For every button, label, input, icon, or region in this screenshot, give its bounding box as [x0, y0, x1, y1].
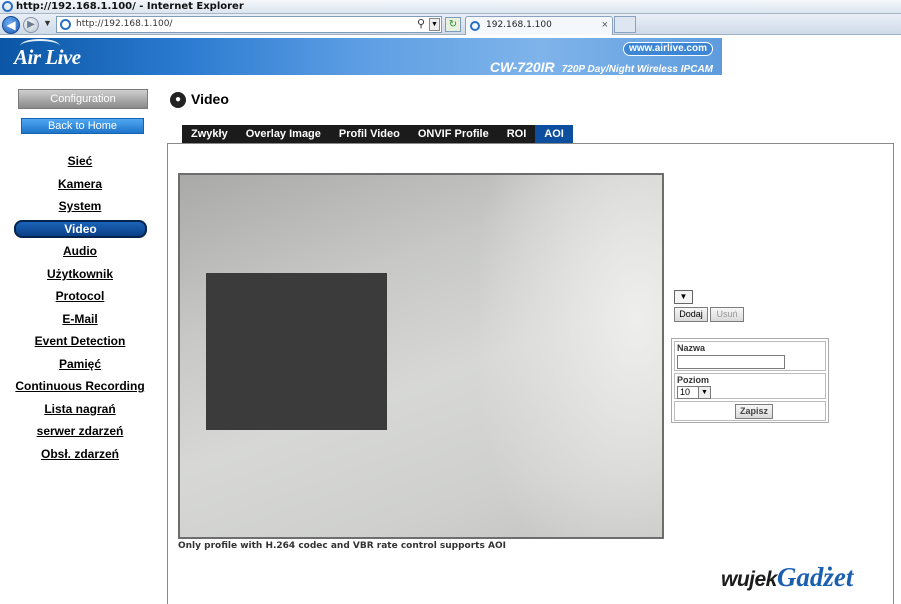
- name-cell: Nazwa: [674, 341, 826, 371]
- level-label: Poziom: [677, 375, 710, 385]
- aoi-region[interactable]: [206, 273, 387, 430]
- aoi-settings-form: Nazwa Poziom 10 ▼ Zapisz: [671, 338, 829, 423]
- browser-tab[interactable]: 192.168.1.100 ×: [465, 16, 613, 35]
- video-tabs: Zwykły Overlay Image Profil Video ONVIF …: [182, 125, 573, 143]
- model-label: CW-720IR 720P Day/Night Wireless IPCAM: [490, 59, 713, 75]
- camera-preview[interactable]: [178, 173, 664, 539]
- tab-aoi[interactable]: AOI: [535, 125, 573, 143]
- chevron-down-icon: ▼: [698, 387, 710, 398]
- level-cell: Poziom 10 ▼: [674, 373, 826, 399]
- website-link[interactable]: www.airlive.com: [623, 42, 713, 56]
- window-titlebar: http://192.168.1.100/ - Internet Explore…: [0, 0, 901, 14]
- sidebar-item-email[interactable]: E-Mail: [0, 310, 160, 328]
- sidebar-item-lista-nagran[interactable]: Lista nagrań: [0, 400, 160, 418]
- aoi-select[interactable]: ▼: [674, 290, 693, 304]
- new-tab-button[interactable]: [614, 16, 636, 33]
- navigation-bar: ◀ ▶ ▼ http://192.168.1.100/ ⚲ ▼ ↻ 192.16…: [0, 14, 901, 35]
- model-name: CW-720IR: [489, 59, 555, 75]
- sidebar-item-system[interactable]: System: [0, 197, 160, 215]
- sidebar-item-event-detection[interactable]: Event Detection: [0, 332, 160, 350]
- video-section-icon: ●: [170, 92, 186, 108]
- sidebar-item-video[interactable]: Video: [14, 220, 147, 238]
- tab-profil-video[interactable]: Profil Video: [330, 125, 409, 143]
- sidebar-item-continuous-recording[interactable]: Continuous Recording: [0, 377, 160, 395]
- configuration-button[interactable]: Configuration: [18, 89, 148, 109]
- back-arrow-icon[interactable]: ◀: [2, 16, 20, 34]
- address-bar[interactable]: http://192.168.1.100/ ⚲ ▼: [56, 16, 442, 33]
- level-select[interactable]: 10 ▼: [677, 386, 711, 399]
- watermark-part1: wujek: [721, 568, 777, 591]
- refresh-icon[interactable]: ↻: [445, 17, 461, 32]
- tab-overlay-image[interactable]: Overlay Image: [237, 125, 330, 143]
- sidebar-item-siec[interactable]: Sieć: [0, 152, 160, 170]
- sidebar-item-uzytkownik[interactable]: Użytkownik: [0, 265, 160, 283]
- address-dropdown-icon[interactable]: ▼: [429, 18, 440, 31]
- sidebar-item-audio[interactable]: Audio: [0, 242, 160, 260]
- preview-highlight: [480, 175, 662, 537]
- name-input[interactable]: [677, 355, 785, 369]
- model-description: 720P Day/Night Wireless IPCAM: [561, 64, 713, 75]
- close-icon[interactable]: ×: [602, 19, 608, 31]
- add-button[interactable]: Dodaj: [674, 307, 708, 322]
- delete-button[interactable]: Usuń: [710, 307, 744, 322]
- history-dropdown-icon[interactable]: ▼: [43, 18, 52, 28]
- name-label: Nazwa: [677, 343, 706, 353]
- sidebar-item-serwer-zdarzen[interactable]: serwer zdarzeń: [0, 422, 160, 440]
- window-title: http://192.168.1.100/ - Internet Explore…: [16, 1, 244, 12]
- ie-icon: [2, 1, 13, 12]
- tab-title: 192.168.1.100: [486, 20, 552, 30]
- tab-page-icon: [470, 21, 480, 31]
- tab-zwykly[interactable]: Zwykły: [182, 125, 237, 143]
- header-banner: Air Live www.airlive.com CW-720IR 720P D…: [0, 38, 722, 75]
- sidebar-item-obsl-zdarzen[interactable]: Obsł. zdarzeń: [0, 445, 160, 463]
- level-value: 10: [680, 387, 691, 397]
- save-button[interactable]: Zapisz: [735, 404, 773, 419]
- aoi-support-note: Only profile with H.264 codec and VBR ra…: [178, 541, 506, 551]
- sidebar-item-pamiec[interactable]: Pamięć: [0, 355, 160, 373]
- address-input[interactable]: http://192.168.1.100/: [76, 18, 172, 31]
- forward-arrow-icon[interactable]: ▶: [23, 17, 39, 33]
- sidebar-item-protocol[interactable]: Protocol: [0, 287, 160, 305]
- airlive-logo: Air Live: [14, 45, 81, 69]
- back-to-home-button[interactable]: Back to Home: [21, 118, 144, 134]
- tab-roi[interactable]: ROI: [498, 125, 536, 143]
- watermark-logo: wujekGadżet: [721, 562, 853, 593]
- search-icon[interactable]: ⚲: [417, 17, 425, 30]
- chevron-down-icon: ▼: [679, 292, 688, 301]
- page-icon: [60, 19, 71, 30]
- sidebar-item-kamera[interactable]: Kamera: [0, 175, 160, 193]
- page-title: Video: [191, 91, 229, 107]
- save-cell: Zapisz: [674, 401, 826, 421]
- tab-onvif-profile[interactable]: ONVIF Profile: [409, 125, 498, 143]
- watermark-part2: Gadżet: [776, 562, 854, 592]
